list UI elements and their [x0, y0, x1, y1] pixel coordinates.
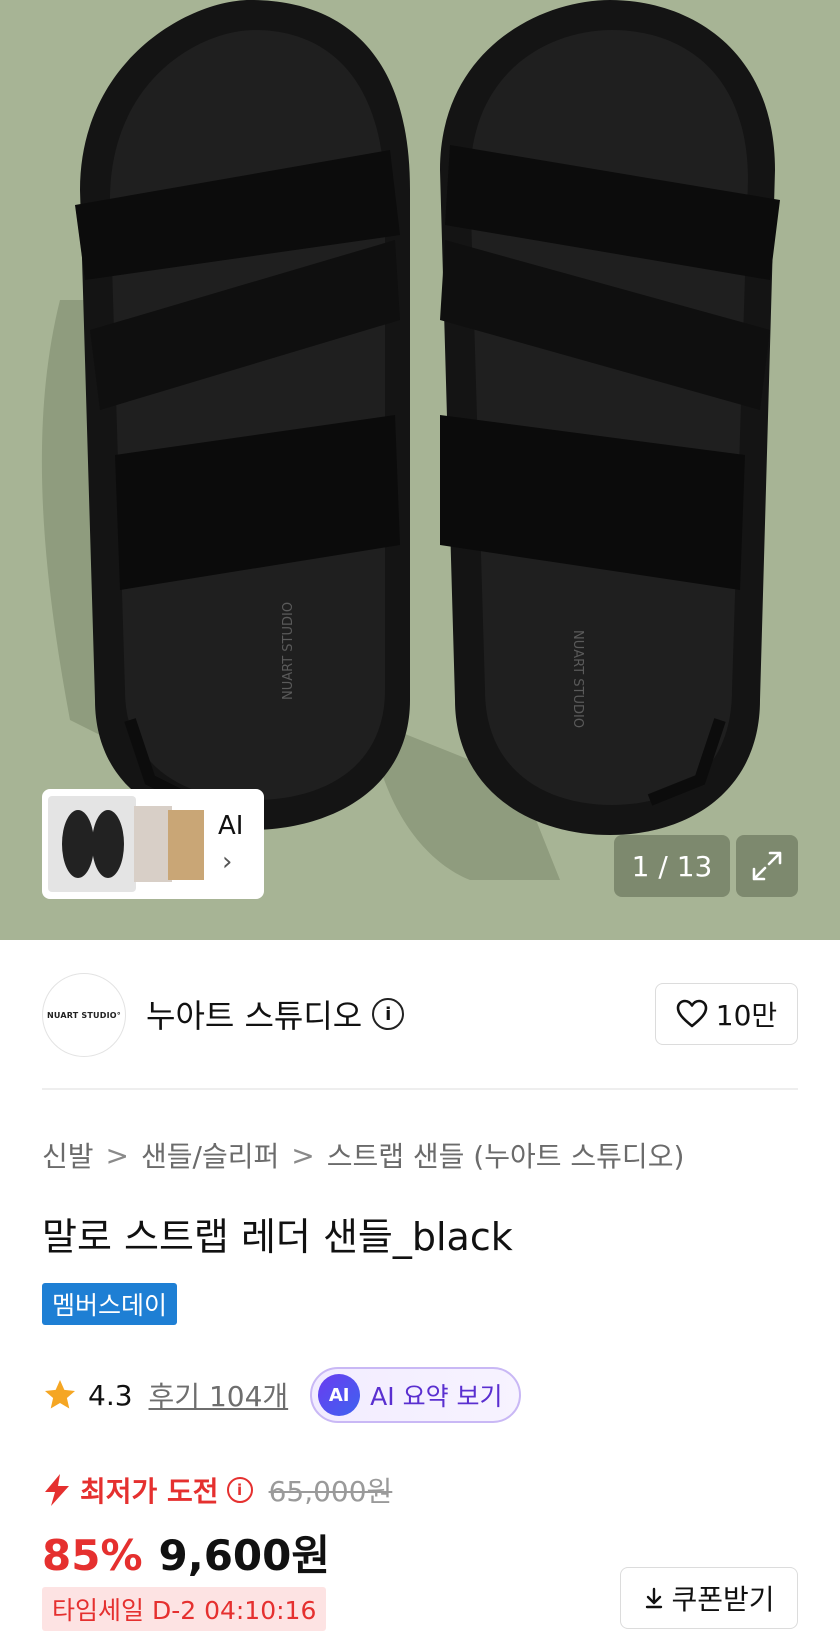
ai-thumbnail-stack — [48, 796, 204, 892]
rating-row: 4.3 후기 104개 AI AI 요약 보기 — [42, 1367, 521, 1423]
price-row: 85% 9,600원 — [42, 1522, 330, 1583]
ai-summary-button[interactable]: AI AI 요약 보기 — [310, 1367, 521, 1423]
discount-rate: 85% — [42, 1531, 143, 1580]
divider — [42, 1088, 798, 1090]
info-icon[interactable]: i — [372, 998, 405, 1030]
brand-name-link[interactable]: 누아트 스튜디오 i — [146, 991, 405, 1037]
original-price: 65,000원 — [268, 1475, 393, 1508]
heart-icon — [676, 999, 708, 1028]
insole-brand-print-right: NUART STUDIO — [570, 630, 585, 728]
ai-label: AI — [218, 811, 244, 841]
image-counter: 1 / 13 — [614, 835, 730, 897]
breadcrumb-item-sandals[interactable]: 샌들/슬리퍼 — [141, 1135, 279, 1175]
coupon-button[interactable]: 쿠폰받기 — [620, 1567, 798, 1629]
breadcrumb-separator: > — [105, 1138, 129, 1172]
review-count-link[interactable]: 후기 104개 — [149, 1375, 289, 1415]
chevron-right-icon: › — [222, 847, 233, 877]
lowest-price-row: 최저가 도전 i 65,000원 — [42, 1470, 392, 1510]
members-day-badge: 멤버스데이 — [42, 1283, 178, 1325]
thumbnail-image — [168, 810, 204, 880]
lightning-icon — [45, 1474, 69, 1506]
brand-logo[interactable]: NUART STUDIO° — [42, 973, 126, 1057]
ai-summary-label: AI 요약 보기 — [370, 1382, 503, 1411]
rating-value: 4.3 — [88, 1378, 133, 1412]
breadcrumb-separator: > — [291, 1138, 315, 1172]
expand-button[interactable] — [736, 835, 798, 897]
ai-similar-items-button[interactable]: AI › — [42, 789, 264, 899]
breadcrumb-item-strap-sandals[interactable]: 스트랩 샌들 (누아트 스튜디오) — [327, 1135, 685, 1175]
breadcrumb: 신발 > 샌들/슬리퍼 > 스트랩 샌들 (누아트 스튜디오) — [42, 1135, 684, 1175]
expand-icon — [752, 851, 782, 881]
thumbnail-image — [48, 796, 136, 892]
insole-brand-print-left: NUART STUDIO — [281, 602, 296, 700]
like-count: 10만 — [715, 999, 778, 1032]
product-title: 말로 스트랩 레더 샌들_black — [42, 1215, 513, 1259]
sale-price: 9,600원 — [158, 1531, 331, 1580]
brand-name: 누아트 스튜디오 — [146, 997, 363, 1035]
product-image-gallery[interactable]: NUART STUDIO NUART STUDIO AI › 1 / 13 — [0, 0, 840, 940]
breadcrumb-item-shoes[interactable]: 신발 — [42, 1135, 94, 1175]
ai-icon: AI — [318, 1374, 361, 1416]
thumbnail-image — [134, 806, 172, 882]
star-icon — [45, 1380, 75, 1409]
like-button[interactable]: 10만 — [655, 983, 798, 1045]
coupon-label: 쿠폰받기 — [671, 1583, 775, 1616]
download-icon — [646, 1587, 663, 1609]
info-icon[interactable]: i — [226, 1477, 253, 1503]
timesale-badge: 타임세일 D-2 04:10:16 — [42, 1587, 327, 1631]
lowest-price-label: 최저가 도전 — [80, 1475, 219, 1508]
